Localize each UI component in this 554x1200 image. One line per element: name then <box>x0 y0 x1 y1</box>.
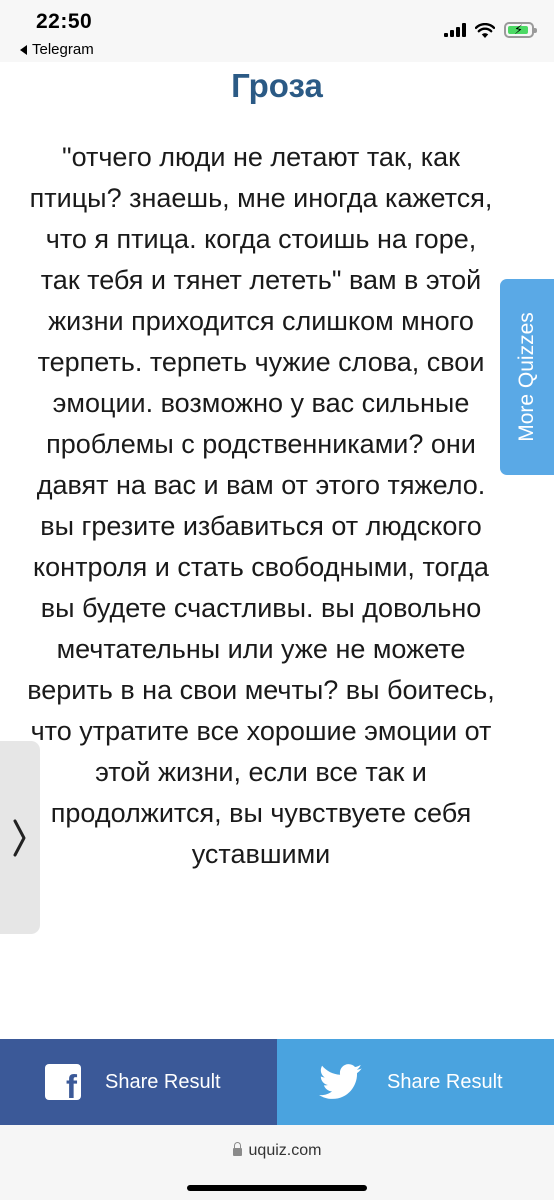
status-icons: ⚡ <box>444 22 537 38</box>
share-facebook-button[interactable]: f Share Result <box>0 1039 277 1125</box>
status-bar: 22:50 Telegram ⚡ <box>0 0 554 62</box>
share-twitter-label: Share Result <box>387 1070 503 1093</box>
back-app-label: Telegram <box>32 41 94 58</box>
share-twitter-button[interactable]: Share Result <box>277 1039 554 1125</box>
signal-icon <box>444 23 466 37</box>
lock-icon <box>232 1142 242 1156</box>
share-bar: f Share Result Share Result <box>0 1039 554 1125</box>
browser-url-bar[interactable]: uquiz.com <box>0 1125 554 1200</box>
screen: 22:50 Telegram ⚡ Гроза "отчего люди не л… <box>0 0 554 1200</box>
chevron-right-icon <box>13 819 26 856</box>
result-description: "отчего люди не летают так, как птицы? з… <box>27 142 495 869</box>
page-title: Гроза <box>231 67 323 104</box>
more-quizzes-tab[interactable]: More Quizzes <box>500 279 554 475</box>
side-drawer-toggle[interactable] <box>0 741 40 934</box>
url-text: uquiz.com <box>248 1142 322 1159</box>
battery-icon: ⚡ <box>504 22 537 38</box>
share-facebook-label: Share Result <box>105 1070 221 1093</box>
wifi-icon <box>475 22 495 38</box>
twitter-icon <box>319 1064 362 1099</box>
more-quizzes-label: More Quizzes <box>515 312 539 442</box>
back-triangle-icon <box>20 44 27 55</box>
charging-bolt-icon: ⚡ <box>514 22 524 37</box>
url-display: uquiz.com <box>0 1142 554 1160</box>
home-indicator[interactable] <box>187 1185 367 1191</box>
status-time: 22:50 <box>36 10 93 33</box>
facebook-icon: f <box>45 1064 81 1103</box>
back-to-app-link[interactable]: Telegram <box>20 41 94 58</box>
